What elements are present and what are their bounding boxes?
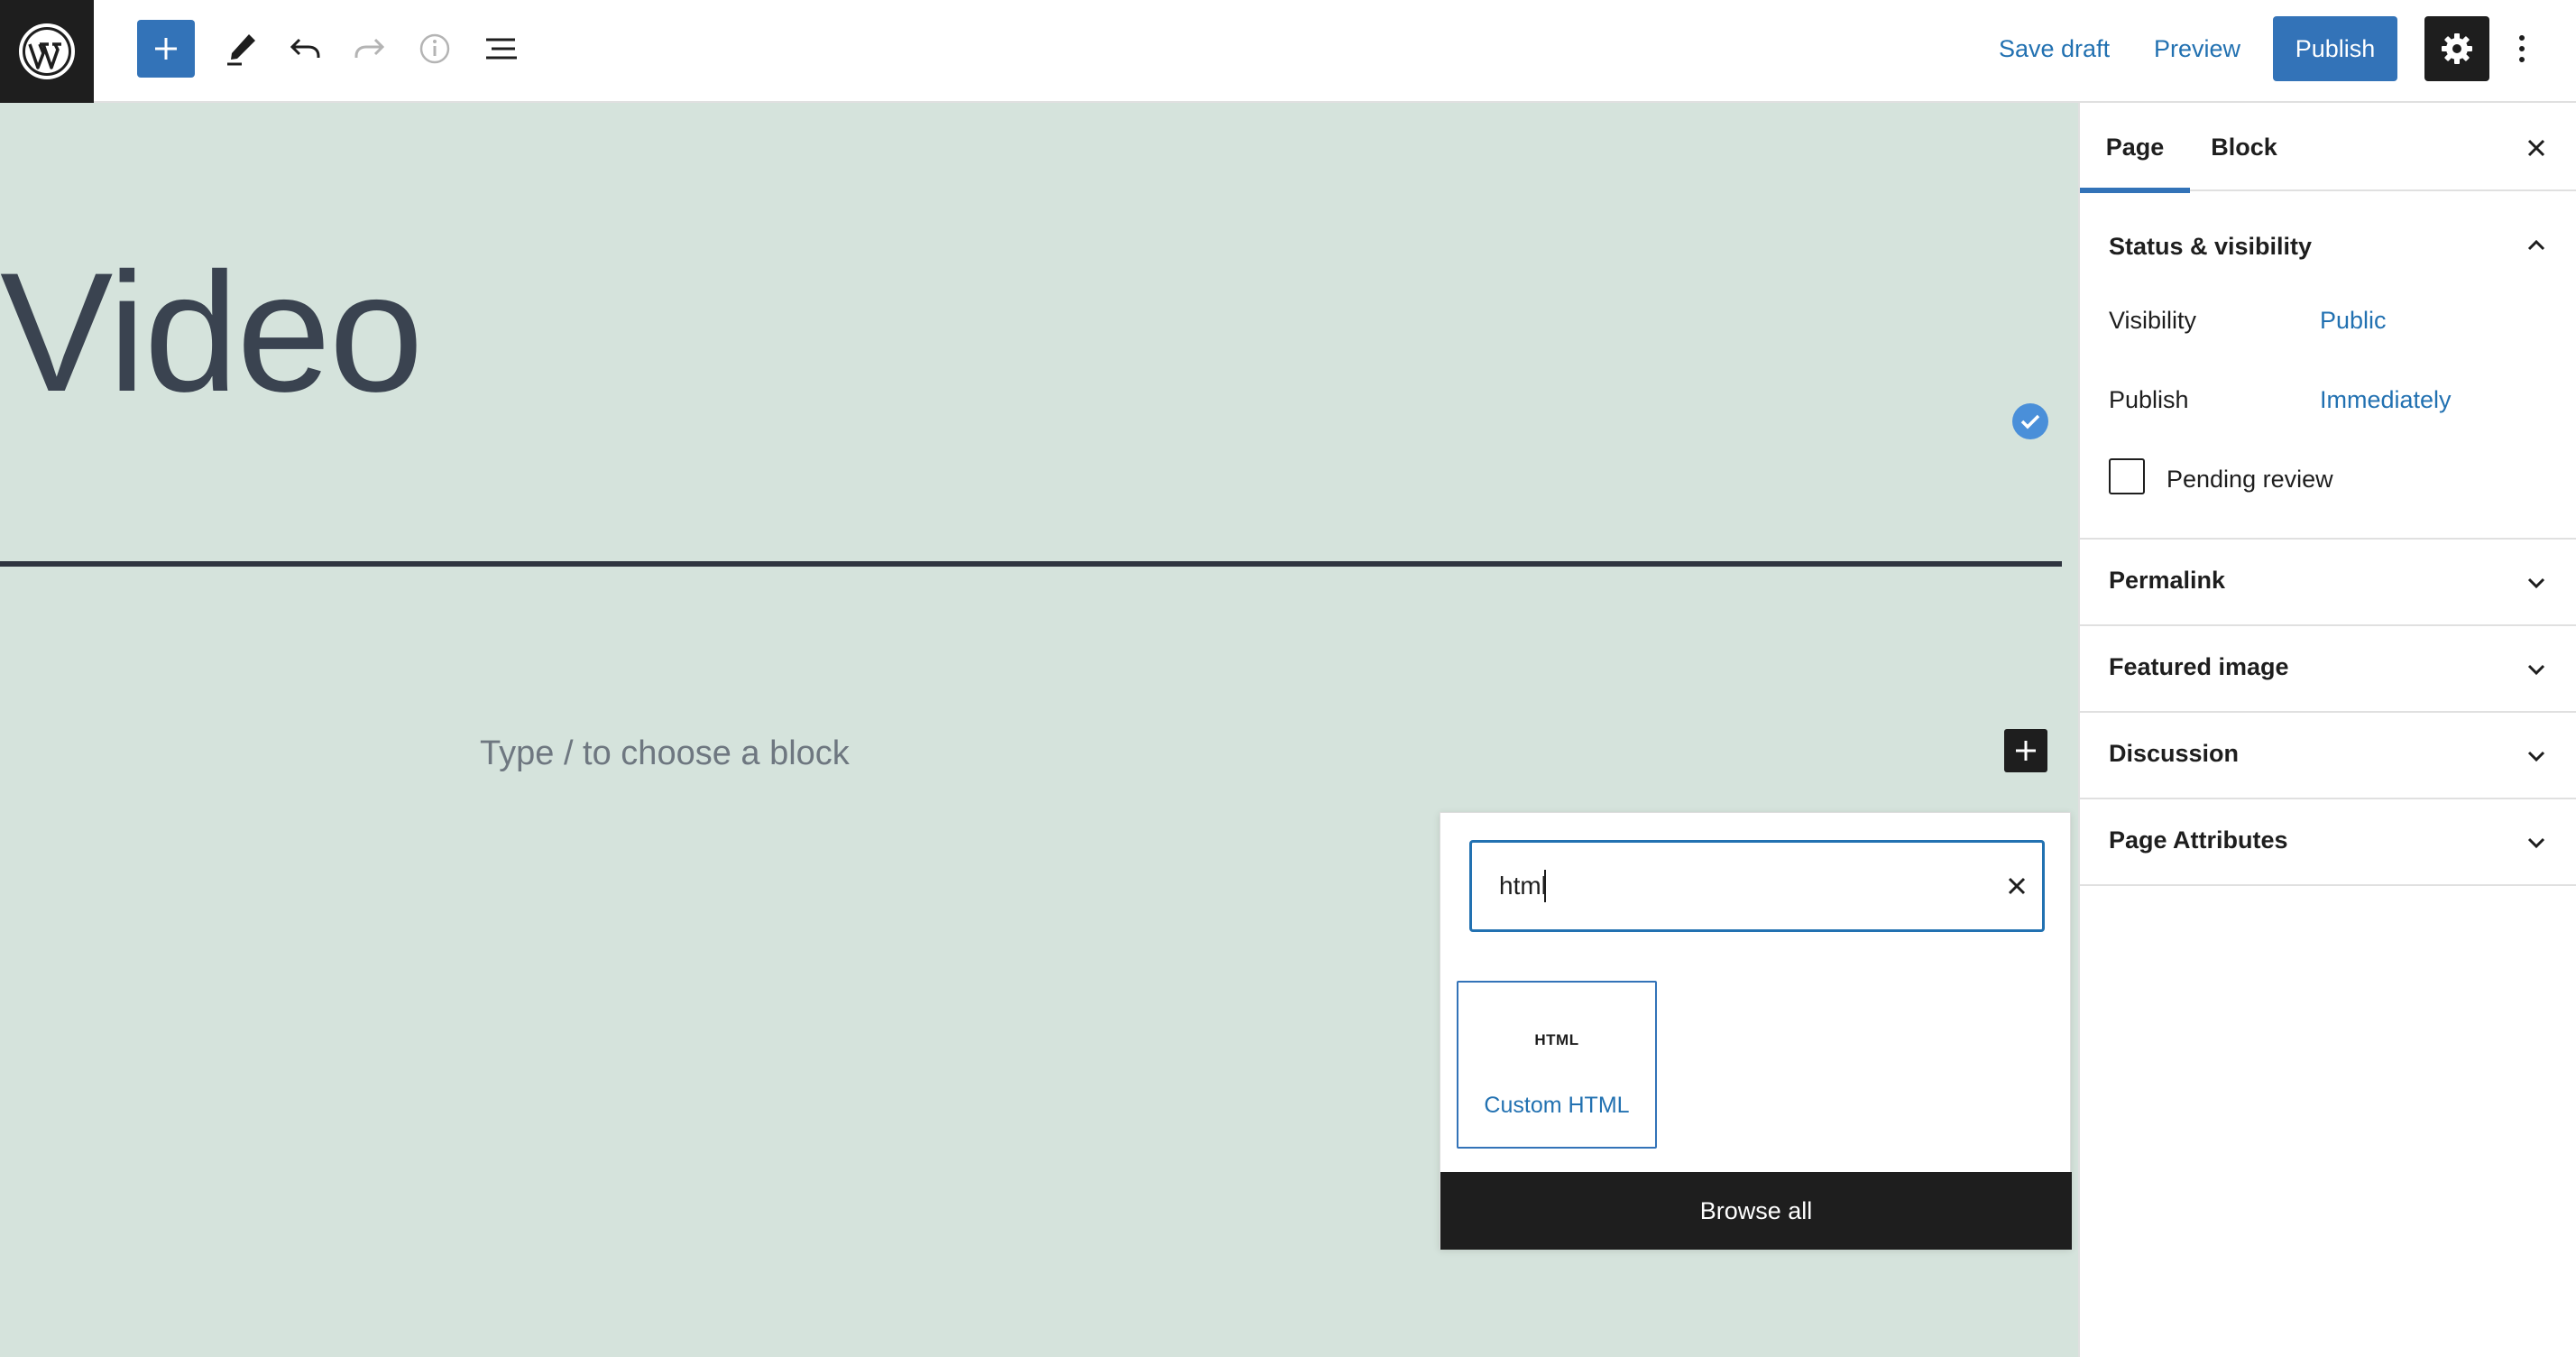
panel-title: Permalink (2109, 567, 2226, 594)
block-result-label: Custom HTML (1484, 1093, 1630, 1118)
wordpress-logo-button[interactable] (0, 0, 94, 103)
options-button[interactable] (2506, 20, 2538, 78)
pending-review-label: Pending review (2167, 466, 2333, 493)
chevron-down-icon (2518, 565, 2554, 601)
plus-icon (155, 38, 177, 60)
chevron-down-icon (2518, 651, 2554, 688)
visibility-value-button[interactable]: Public (2320, 307, 2387, 335)
plus-icon (2016, 741, 2036, 761)
editor-header: Save draft Preview Publish (0, 0, 2576, 103)
panel-title: Featured image (2109, 653, 2289, 680)
close-icon (2008, 877, 2026, 895)
page-attributes-panel[interactable]: Page Attributes (2080, 799, 2576, 886)
redo-icon (354, 38, 385, 58)
chevron-up-icon (2527, 239, 2545, 251)
publish-label: Publish (2109, 386, 2189, 413)
chevron-down-icon (2518, 825, 2554, 861)
publish-button[interactable]: Publish (2273, 16, 2397, 81)
details-button[interactable] (406, 20, 464, 78)
chevron-down-icon (2518, 738, 2554, 774)
more-vertical-icon (2519, 35, 2525, 62)
undo-button[interactable] (276, 20, 334, 78)
panel-title: Page Attributes (2109, 826, 2288, 854)
discussion-panel[interactable]: Discussion (2080, 713, 2576, 799)
list-view-icon (486, 38, 517, 60)
pending-review-checkbox[interactable] (2109, 458, 2145, 494)
check-circle-icon (2011, 402, 2049, 440)
close-icon (2527, 139, 2545, 157)
redo-button[interactable] (341, 20, 399, 78)
tab-block[interactable]: Block (2190, 103, 2298, 191)
block-placeholder[interactable]: Type / to choose a block (480, 734, 850, 773)
add-block-button[interactable] (137, 20, 195, 78)
tab-page[interactable]: Page (2080, 103, 2190, 193)
clear-search-button[interactable] (1999, 868, 2035, 904)
undo-icon (290, 38, 320, 58)
settings-sidebar: Page Block Status & visibility Visibilit… (2078, 103, 2576, 1357)
block-inserter-popover: HTML Custom HTML Browse all (1440, 812, 2072, 1250)
permalink-panel[interactable]: Permalink (2080, 540, 2576, 626)
text-cursor (1544, 870, 1546, 902)
list-view-button[interactable] (473, 20, 530, 78)
preview-button[interactable]: Preview (2154, 32, 2240, 65)
gear-icon (2442, 33, 2472, 64)
html-icon: HTML (1534, 1031, 1579, 1048)
separator-block[interactable] (0, 561, 2062, 567)
pencil-icon (227, 34, 255, 66)
publish-date-button[interactable]: Immediately (2320, 386, 2452, 414)
info-icon (419, 33, 450, 64)
close-sidebar-button[interactable] (2518, 130, 2554, 166)
block-search-field[interactable] (1469, 840, 2045, 932)
tools-button[interactable] (213, 20, 271, 78)
settings-button[interactable] (2424, 16, 2489, 81)
page-title[interactable]: Video (0, 247, 423, 417)
sidebar-tabs: Page Block (2080, 103, 2576, 193)
browse-all-button[interactable]: Browse all (1440, 1172, 2072, 1250)
block-result-custom-html[interactable]: HTML Custom HTML (1457, 981, 1657, 1149)
block-search-input[interactable] (1499, 843, 1968, 929)
status-visibility-panel: Status & visibility Visibility Public Pu… (2080, 191, 2576, 540)
status-panel-toggle[interactable] (2518, 227, 2554, 263)
panel-title: Discussion (2109, 740, 2240, 767)
visibility-label: Visibility (2109, 307, 2197, 334)
inline-add-block-button[interactable] (2004, 729, 2047, 772)
panel-title[interactable]: Status & visibility (2109, 233, 2312, 261)
featured-image-panel[interactable]: Featured image (2080, 626, 2576, 713)
save-draft-button[interactable]: Save draft (1999, 32, 2110, 65)
wordpress-logo-icon (19, 23, 75, 79)
